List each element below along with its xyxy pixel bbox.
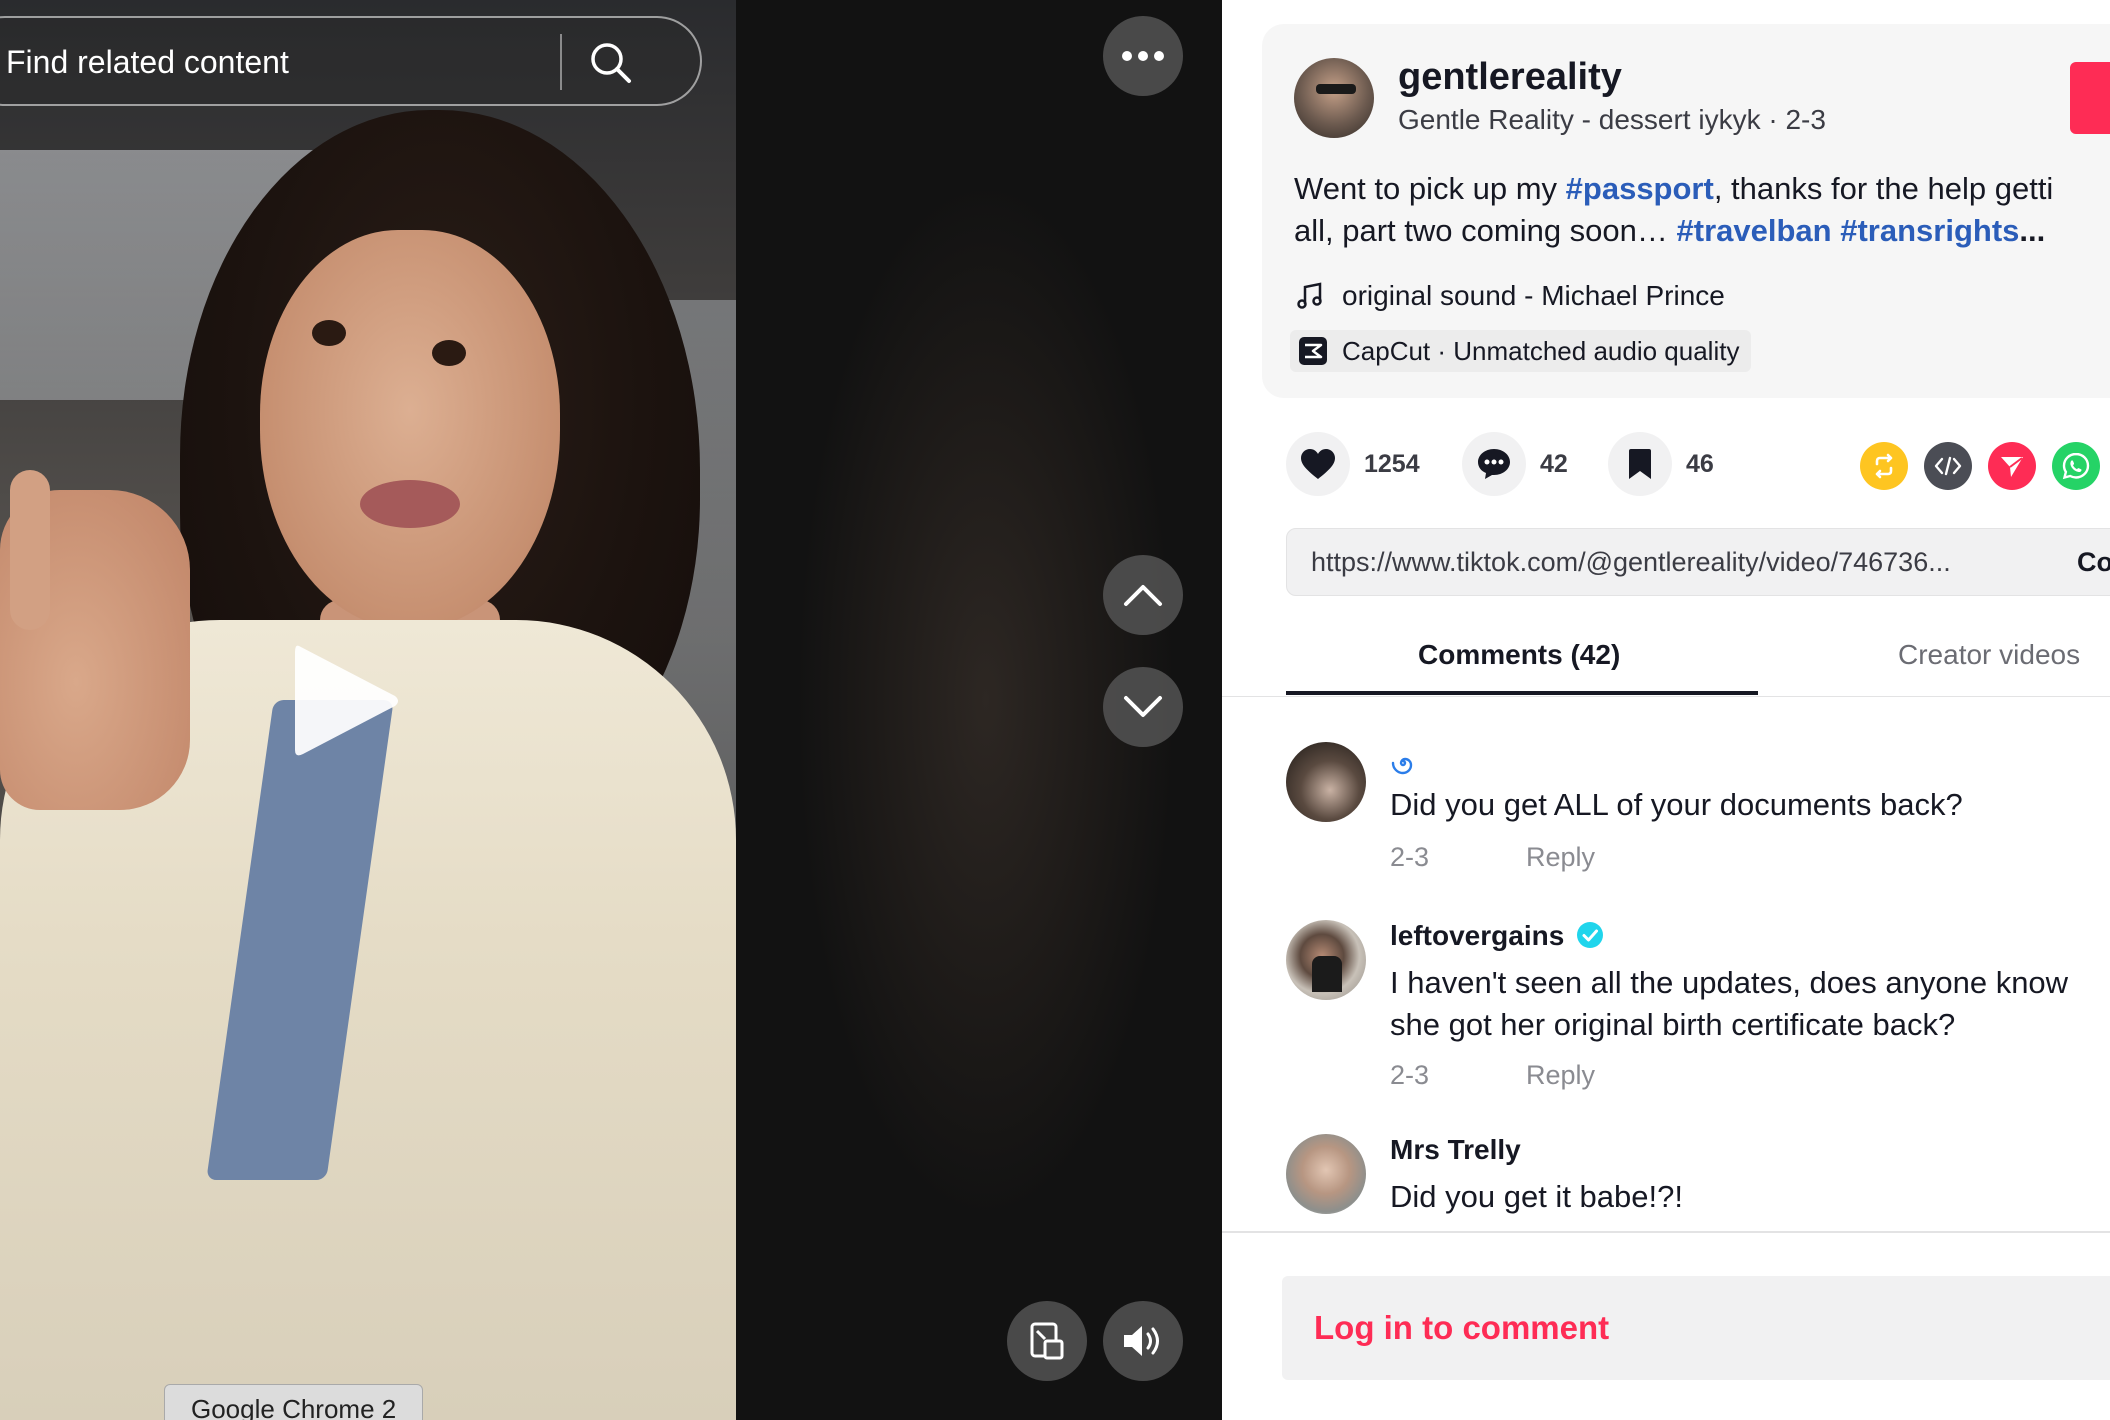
comment-button[interactable] [1462,432,1526,496]
next-video-button[interactable] [1103,667,1183,747]
video-player[interactable]: Find related content Google Chrome 2 [0,0,1222,1420]
chevron-up-icon [1124,585,1162,606]
author-subtitle: Gentle Reality - dessert iykyk · 2-3 [1398,104,1826,135]
video-info-card: gentlereality Gentle Reality - dessert i… [1262,24,2110,398]
repost-icon [1875,453,1893,479]
capcut-chip[interactable]: CapCut · Unmatched audio quality [1290,330,1752,372]
comment-text-line-2: she got her original birth certificate b… [1390,1007,1956,1042]
whatsapp-share-button[interactable] [2052,442,2100,490]
hashtag-link[interactable]: #transrights [1840,213,2019,248]
video-link-box: https://www.tiktok.com/@gentlereality/vi… [1286,528,2110,596]
picture-in-picture-icon [1030,1322,1064,1360]
active-tab-indicator [1286,691,1758,695]
play-icon[interactable] [285,636,405,766]
spiral-emoji-icon [1391,757,1413,775]
video-person-eye [432,340,466,366]
like-action[interactable]: 1254 [1286,432,1420,496]
volume-icon [1124,1326,1159,1356]
send-icon [2001,457,2023,477]
description-line-2: all, part two coming soon… #travelban #t… [1294,210,2110,252]
reply-button[interactable]: Reply [1526,842,1595,873]
comment-count: 42 [1540,449,1568,478]
search-divider [560,34,562,90]
comment-item: leftovergains I haven't seen all the upd… [1286,920,2110,1100]
video-person-eye [312,320,346,346]
comment-username[interactable] [1390,742,1416,783]
video-person-face [260,230,560,630]
comment-item: Mrs Trelly Did you get it babe!?! [1286,1134,2110,1224]
embed-code-icon [1934,456,1962,476]
video-person-lips [360,480,460,528]
avatar-shirt [1312,956,1342,992]
music-note-icon [1297,282,1322,309]
comment-text: Did you get it babe!?! [1390,1179,1683,1214]
copy-link-button[interactable]: Cop [2077,529,2110,595]
more-dots-icon [1122,51,1164,61]
description-text: , thanks for the help getti [1713,171,2054,206]
comment-text-line-1: I haven't seen all the updates, does any… [1390,965,2069,1000]
video-link-url[interactable]: https://www.tiktok.com/@gentlereality/vi… [1311,529,1951,595]
comment-avatar[interactable] [1286,920,1366,1000]
description-text: Went to pick up my [1294,171,1566,206]
comment-action[interactable]: 42 [1462,432,1568,496]
whatsapp-icon [2062,452,2090,480]
comment-username-text[interactable]: leftovergains [1390,920,1564,951]
verified-badge-icon [1577,922,1604,948]
chevron-down-icon [1124,696,1162,717]
description-text: all, part two coming soon… [1294,213,1677,248]
details-panel: gentlereality Gentle Reality - dessert i… [1222,0,2110,1420]
video-description: Went to pick up my #passport, thanks for… [1294,168,2110,252]
comment-input-bar[interactable]: Log in to comment [1282,1276,2110,1380]
comment-avatar[interactable] [1286,742,1366,822]
taskbar-tooltip: Google Chrome 2 [164,1384,424,1420]
heart-icon [1301,449,1335,479]
capcut-icon [1299,337,1327,365]
description-line-1: Went to pick up my #passport, thanks for… [1294,168,2110,210]
bookmark-icon [1629,449,1651,479]
author-username[interactable]: gentlereality [1398,56,1622,99]
search-input[interactable]: Find related content [6,18,289,106]
comment-bubble-icon [1478,449,1510,479]
comment-date: 2-3 [1390,1060,1430,1090]
comment-text: Did you get ALL of your documents back? [1390,787,1963,822]
like-count: 1254 [1364,449,1420,478]
embed-button[interactable] [1924,442,1972,490]
tab-creator-videos[interactable]: Creator videos [1898,630,2080,680]
video-person-finger [10,470,50,630]
description-more[interactable]: ... [2019,213,2045,248]
repost-button[interactable] [1860,442,1908,490]
send-to-friends-button[interactable] [1988,442,2036,490]
comment-date: 2-3 [1390,842,1430,872]
music-row[interactable]: original sound - Michael Prince [1294,280,1725,312]
search-icon[interactable] [586,38,636,88]
reply-button[interactable]: Reply [1526,1060,1595,1091]
save-button[interactable] [1608,432,1672,496]
previous-video-button[interactable] [1103,555,1183,635]
comments-bottom-divider [1222,1231,2110,1233]
login-to-comment-link[interactable]: Log in to comment [1314,1276,1609,1380]
comment-username[interactable]: Mrs Trelly [1390,1134,1521,1166]
volume-button[interactable] [1103,1301,1183,1381]
save-count: 46 [1686,449,1714,478]
more-options-button[interactable] [1103,16,1183,96]
author-avatar[interactable] [1294,58,1374,138]
tab-divider [1222,696,2110,697]
save-action[interactable]: 46 [1608,432,1714,496]
follow-button[interactable]: Fo [2070,62,2110,134]
tab-comments[interactable]: Comments (42) [1418,630,1620,680]
comment-item: Did you get ALL of your documents back? … [1286,742,2110,882]
comment-avatar[interactable] [1286,1134,1366,1214]
hashtag-link[interactable]: #passport [1566,171,1714,206]
hashtag-link[interactable]: #travelban [1677,213,1832,248]
picture-in-picture-button[interactable] [1007,1301,1087,1381]
like-button[interactable] [1286,432,1350,496]
music-label[interactable]: original sound - Michael Prince [1342,280,1725,312]
search-bar[interactable]: Find related content [0,16,702,106]
comment-username[interactable]: leftovergains [1390,920,1604,952]
capcut-label[interactable]: CapCut · Unmatched audio quality [1342,336,1739,367]
